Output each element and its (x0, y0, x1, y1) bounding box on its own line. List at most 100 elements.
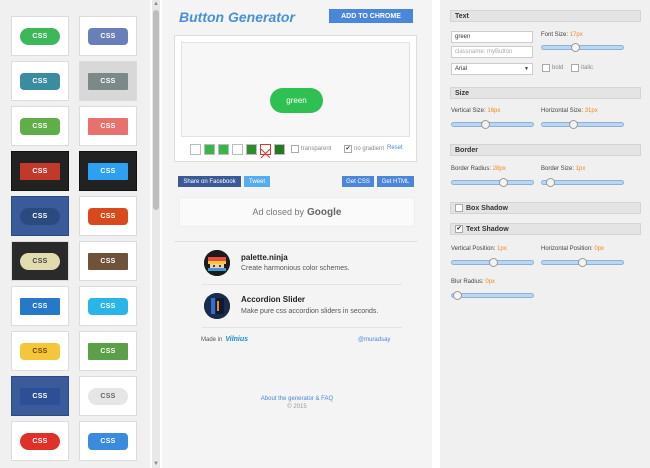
gallery-tile[interactable]: CSS (79, 286, 137, 326)
gallery-button-preview: CSS (88, 117, 128, 135)
font-select-value: Arial (455, 66, 468, 72)
slider-handle[interactable] (571, 43, 580, 52)
no-gradient-checkbox[interactable]: ✔ (344, 145, 352, 153)
get-html-button[interactable]: Get HTML (377, 176, 414, 187)
vilnius-logo[interactable]: Vilnius (225, 336, 248, 343)
border-size-label: Border Size: 1px (541, 166, 585, 172)
italic-toggle[interactable]: italic (571, 64, 593, 72)
section-text-header[interactable]: Text (450, 10, 641, 22)
slider-handle[interactable] (546, 178, 555, 187)
text-shadow-horizontal-label: Horizontal Position: 0px (541, 246, 604, 252)
gallery-button-preview: CSS (88, 297, 128, 315)
gallery-tile[interactable]: CSS (79, 61, 137, 101)
slider-handle[interactable] (499, 178, 508, 187)
gallery-tile[interactable]: CSS (11, 61, 69, 101)
color-swatch[interactable] (190, 144, 201, 155)
color-swatch[interactable] (246, 144, 257, 155)
text-shadow-vertical-slider[interactable] (451, 258, 534, 267)
main-panel: Button Generator ADD TO CHROME green tra… (162, 0, 432, 468)
scroll-up-icon[interactable]: ▲ (152, 0, 160, 8)
font-select[interactable]: Arial ▼ (451, 63, 533, 75)
gallery-tile[interactable]: CSS (11, 196, 69, 236)
gallery-tile[interactable]: CSS (11, 16, 69, 56)
gallery-button-preview: CSS (88, 162, 128, 180)
scrollbar-thumb[interactable] (153, 10, 159, 210)
border-size-slider[interactable] (541, 178, 624, 187)
gallery-button-preview: CSS (20, 387, 60, 405)
accordion-slider-icon[interactable] (204, 293, 230, 319)
gallery-tile[interactable]: CSS (11, 331, 69, 371)
gallery-button-preview: CSS (88, 342, 128, 360)
italic-checkbox[interactable] (571, 64, 579, 72)
color-swatch[interactable] (218, 144, 229, 155)
ninja-icon[interactable] (204, 250, 230, 276)
preview-button[interactable]: green (270, 88, 323, 113)
slider-handle[interactable] (569, 120, 578, 129)
bold-checkbox[interactable] (542, 64, 550, 72)
share-facebook-button[interactable]: Share on Facebook (178, 176, 241, 187)
gallery-tile[interactable]: CSS (79, 196, 137, 236)
gallery-scrollbar[interactable]: ▲ ▼ (152, 0, 160, 468)
app-title: Button Generator (179, 9, 295, 25)
tweet-button[interactable]: Tweet (244, 176, 270, 187)
slider-handle[interactable] (578, 258, 587, 267)
gallery-tile[interactable]: CSS (11, 286, 69, 326)
text-shadow-horizontal-slider[interactable] (541, 258, 624, 267)
slider-handle[interactable] (453, 291, 462, 300)
gallery-button-preview: CSS (88, 432, 128, 450)
classname-input[interactable]: classname: myButton (451, 46, 533, 58)
horizontal-size-label-text: Horizontal Size: (541, 108, 584, 114)
gallery-tile[interactable]: CSS (11, 106, 69, 146)
chevron-down-icon: ▼ (524, 66, 529, 72)
gallery-button-preview: CSS (20, 117, 60, 135)
section-size-header[interactable]: Size (450, 87, 641, 99)
font-size-slider[interactable] (541, 43, 624, 52)
scroll-down-icon[interactable]: ▼ (152, 460, 160, 468)
no-gradient-toggle[interactable]: ✔ no gradient (344, 145, 384, 153)
vertical-size-slider[interactable] (451, 120, 534, 129)
gallery-tile[interactable]: CSS (11, 421, 69, 461)
blur-radius-label: Blur Radius: 0px (451, 279, 495, 285)
color-swatch[interactable] (274, 144, 285, 155)
horizontal-size-slider[interactable] (541, 120, 624, 129)
gallery-tile[interactable]: CSS (79, 421, 137, 461)
text-shadow-checkbox[interactable]: ✔ (455, 225, 463, 233)
gallery-tile[interactable]: CSS (79, 241, 137, 281)
button-text-input[interactable]: green (451, 31, 533, 43)
gallery-tile[interactable]: CSS (11, 151, 69, 191)
gallery-tile[interactable]: CSS (79, 376, 137, 416)
section-text-shadow-header[interactable]: ✔ Text Shadow (450, 223, 641, 235)
reset-link[interactable]: Reset (387, 145, 403, 151)
gallery-button-preview: CSS (88, 27, 128, 45)
transparent-checkbox[interactable] (291, 145, 299, 153)
transparent-toggle[interactable]: transparent (291, 145, 331, 153)
gallery-tile[interactable]: CSS (11, 376, 69, 416)
promo-title-accordion[interactable]: Accordion Slider (241, 295, 305, 304)
section-box-shadow-header[interactable]: Box Shadow (450, 202, 641, 214)
slider-handle[interactable] (489, 258, 498, 267)
gallery-button-preview: CSS (20, 162, 60, 180)
box-shadow-checkbox[interactable] (455, 204, 463, 212)
faq-link[interactable]: About the generator & FAQ (162, 396, 432, 402)
vertical-size-label-text: Vertical Size: (451, 108, 486, 114)
add-to-chrome-button[interactable]: ADD TO CHROME (329, 9, 413, 23)
get-css-button[interactable]: Get CSS (342, 176, 374, 187)
gallery-tile[interactable]: CSS (79, 151, 137, 191)
slider-handle[interactable] (481, 120, 490, 129)
gallery-tile[interactable]: CSS (79, 331, 137, 371)
color-swatch[interactable] (260, 144, 271, 159)
text-shadow-vertical-label-text: Vertical Position: (451, 246, 496, 252)
gallery-tile[interactable]: CSS (79, 16, 137, 56)
section-border-header[interactable]: Border (450, 144, 641, 156)
promo-title-palette[interactable]: palette.ninja (241, 253, 288, 262)
bold-toggle[interactable]: bold (542, 64, 563, 72)
twitter-handle-link[interactable]: @muradsay (358, 337, 390, 343)
blur-radius-slider[interactable] (451, 291, 534, 300)
color-swatch[interactable] (204, 144, 215, 155)
gallery-tile[interactable]: CSS (11, 241, 69, 281)
color-swatch[interactable] (232, 144, 243, 155)
divider (174, 241, 417, 242)
blur-radius-label-text: Blur Radius: (451, 279, 484, 285)
gallery-tile[interactable]: CSS (79, 106, 137, 146)
border-radius-slider[interactable] (451, 178, 534, 187)
